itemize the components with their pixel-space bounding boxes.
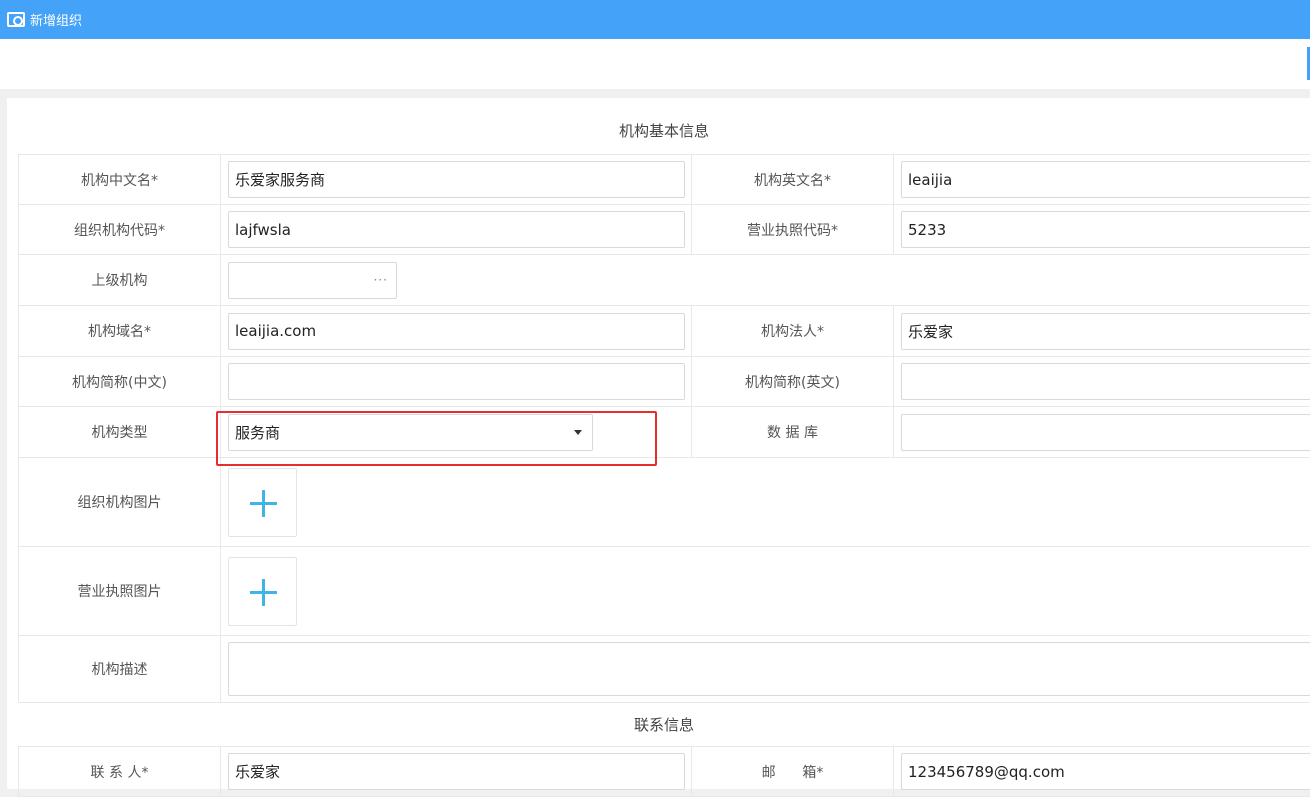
label-domain: 机构域名* — [18, 305, 221, 357]
domain-input[interactable]: leaijia.com — [228, 312, 685, 350]
org-image-upload-plus-icon[interactable] — [228, 467, 297, 537]
label-org-image: 组织机构图片 — [18, 457, 221, 547]
window-title: 新增组织 — [30, 14, 83, 29]
description-textarea[interactable] — [228, 642, 1310, 696]
legal-person-input[interactable]: 乐爱家 — [901, 312, 1310, 350]
label-org-code: 组织机构代码* — [18, 204, 221, 255]
window-icon — [7, 12, 25, 27]
label-description: 机构描述 — [18, 635, 221, 703]
label-short-cn: 机构简称(中文) — [18, 356, 221, 407]
org-code-input[interactable]: lajfwsla — [228, 211, 685, 248]
form-panel: 机构基本信息 机构中文名* 乐爱家服务商 机构英文名* leaijia 组织机构… — [7, 98, 1310, 797]
contact-info-table: 联 系 人* 乐爱家 邮 箱* 123456789@qq.com — [18, 746, 1310, 797]
label-contact: 联 系 人* — [18, 746, 221, 797]
database-input[interactable] — [901, 413, 1310, 451]
label-type: 机构类型 — [18, 406, 221, 458]
highlight-box — [216, 411, 657, 466]
label-parent: 上级机构 — [18, 254, 221, 306]
short-cn-input[interactable] — [228, 363, 685, 400]
label-license-code: 营业执照代码* — [691, 204, 894, 255]
name-cn-input[interactable]: 乐爱家服务商 — [228, 161, 685, 198]
basic-info-table: 机构中文名* 乐爱家服务商 机构英文名* leaijia 组织机构代码* laj… — [18, 154, 1310, 703]
label-name-en: 机构英文名* — [691, 154, 894, 205]
more-icon: ··· — [373, 273, 388, 287]
license-code-input[interactable]: 5233 — [901, 211, 1310, 248]
email-input[interactable]: 123456789@qq.com — [901, 753, 1310, 790]
window-titlebar: 新增组织 — [0, 0, 1310, 39]
license-image-upload-plus-icon[interactable] — [228, 556, 297, 626]
label-name-cn: 机构中文名* — [18, 154, 221, 205]
label-legal: 机构法人* — [691, 305, 894, 357]
section-title-contact: 联系信息 — [633, 716, 694, 734]
label-license-image: 营业执照图片 — [18, 546, 221, 636]
toolbar — [0, 39, 1310, 89]
section-title-basic: 机构基本信息 — [618, 122, 709, 140]
parent-org-picker[interactable]: ··· — [228, 261, 397, 299]
contact-input[interactable]: 乐爱家 — [228, 753, 685, 790]
name-en-input[interactable]: leaijia — [901, 161, 1310, 198]
short-en-input[interactable] — [901, 363, 1310, 400]
label-short-en: 机构简称(英文) — [691, 356, 894, 407]
label-database: 数 据 库 — [691, 406, 894, 458]
label-email: 邮 箱* — [691, 746, 894, 797]
